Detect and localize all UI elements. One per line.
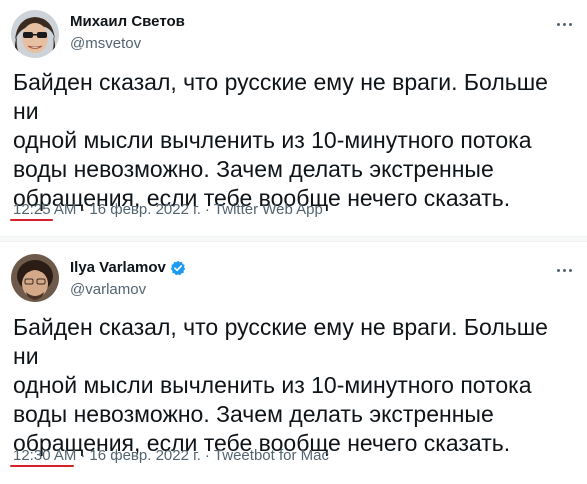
- tweet-text: Байден сказал, что русские ему не враги.…: [13, 314, 548, 456]
- more-options-icon[interactable]: [551, 260, 577, 280]
- meta-separator: ·: [204, 201, 210, 218]
- tweet-date[interactable]: 16 февр. 2022 г.: [89, 447, 201, 464]
- tweet-msvetov[interactable]: Михаил Светов @msvetov Байден сказал, чт…: [0, 0, 587, 236]
- avatar[interactable]: [11, 254, 59, 302]
- tweet-text: Байден сказал, что русские ему не враги.…: [13, 69, 548, 211]
- tweet-metadata: 12:25 AM · 16 февр. 2022 г. · Twitter Web Ap…: [13, 201, 323, 218]
- tweet-client[interactable]: Twitter Web App: [214, 201, 323, 218]
- meta-separator: ·: [204, 447, 210, 464]
- more-options-icon[interactable]: [551, 14, 577, 34]
- author-name[interactable]: Михаил Светов: [70, 13, 185, 30]
- avatar[interactable]: [11, 10, 59, 58]
- tweet-client[interactable]: Tweetbot for Mac: [214, 447, 329, 464]
- author-name[interactable]: Ilya Varlamov: [70, 259, 166, 276]
- tweet-time[interactable]: 12:30 AM: [13, 447, 76, 464]
- timestamp-annotation-underline: [10, 465, 74, 467]
- avatar-msvetov-image: [11, 10, 59, 58]
- avatar-varlamov-image: [11, 254, 59, 302]
- meta-separator: ·: [80, 201, 86, 218]
- meta-separator: ·: [80, 447, 86, 464]
- verified-badge-icon: [170, 260, 186, 276]
- tweet-date[interactable]: 16 февр. 2022 г.: [89, 201, 201, 218]
- tweet-metadata: 12:30 AM · 16 февр. 2022 г. · Tweetbot for M…: [13, 447, 329, 464]
- tweet-varlamov[interactable]: Ilya Varlamov @varlamov Байден сказал, ч…: [0, 242, 587, 484]
- tweet-time[interactable]: 12:25 AM: [13, 201, 76, 218]
- timestamp-annotation-underline: [10, 219, 53, 221]
- author-handle[interactable]: @msvetov: [70, 35, 141, 52]
- author-handle[interactable]: @varlamov: [70, 281, 146, 298]
